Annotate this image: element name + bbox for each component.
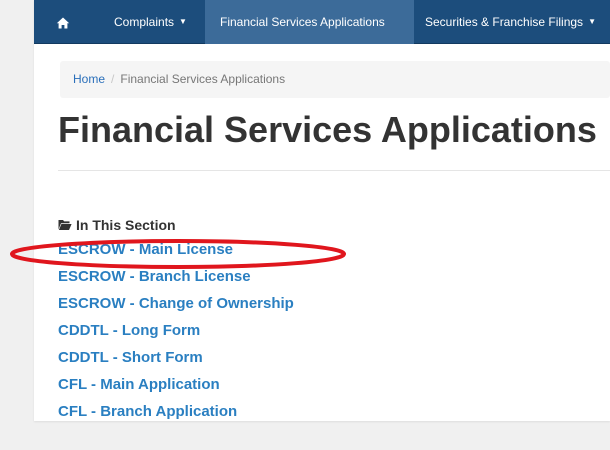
top-navbar: Complaints ▼ Financial Services Applicati… [34, 0, 610, 44]
in-this-section: In This Section ESCROW - Main License ES… [58, 214, 458, 425]
nav-financial-services-applications[interactable]: Financial Services Applications [205, 0, 414, 44]
breadcrumb-home-link[interactable]: Home [73, 72, 105, 86]
link-escrow-change-of-ownership[interactable]: ESCROW - Change of Ownership [58, 295, 294, 312]
list-item: ESCROW - Main License [58, 236, 458, 263]
home-icon [56, 17, 70, 29]
caret-down-icon: ▼ [179, 16, 187, 26]
list-item: ESCROW - Branch License [58, 263, 458, 290]
nav-complaints-label: Complaints [114, 15, 175, 29]
nav-securities-label: Securities & Franchise Filings [425, 15, 584, 29]
link-cfl-branch-application[interactable]: CFL - Branch Application [58, 403, 237, 420]
link-escrow-branch-license[interactable]: ESCROW - Branch License [58, 268, 251, 285]
list-item: CFL - Main Application [58, 371, 458, 398]
list-item: CDDTL - Long Form [58, 317, 458, 344]
link-cddtl-long-form[interactable]: CDDTL - Long Form [58, 322, 200, 339]
section-heading: In This Section [58, 214, 458, 236]
section-link-list: ESCROW - Main License ESCROW - Branch Li… [58, 236, 458, 425]
breadcrumb-separator: / [111, 72, 115, 86]
nav-home[interactable] [34, 0, 92, 44]
breadcrumb: Home / Financial Services Applications [60, 61, 610, 98]
page-title: Financial Services Applications [58, 109, 597, 150]
link-cfl-main-application[interactable]: CFL - Main Application [58, 376, 220, 393]
link-cddtl-short-form[interactable]: CDDTL - Short Form [58, 349, 203, 366]
nav-securities-franchise-filings[interactable]: Securities & Franchise Filings ▼ [414, 0, 610, 44]
list-item: ESCROW - Change of Ownership [58, 290, 458, 317]
list-item: CFL - Branch Application [58, 398, 458, 425]
nav-financial-services-label: Financial Services Applications [220, 15, 385, 29]
nav-complaints[interactable]: Complaints ▼ [92, 0, 204, 44]
title-divider [58, 170, 610, 171]
breadcrumb-current: Financial Services Applications [120, 72, 286, 86]
caret-down-icon: ▼ [588, 16, 596, 26]
folder-open-icon [58, 220, 72, 231]
section-heading-label: In This Section [76, 217, 176, 233]
link-escrow-main-license[interactable]: ESCROW - Main License [58, 241, 233, 258]
list-item: CDDTL - Short Form [58, 344, 458, 371]
